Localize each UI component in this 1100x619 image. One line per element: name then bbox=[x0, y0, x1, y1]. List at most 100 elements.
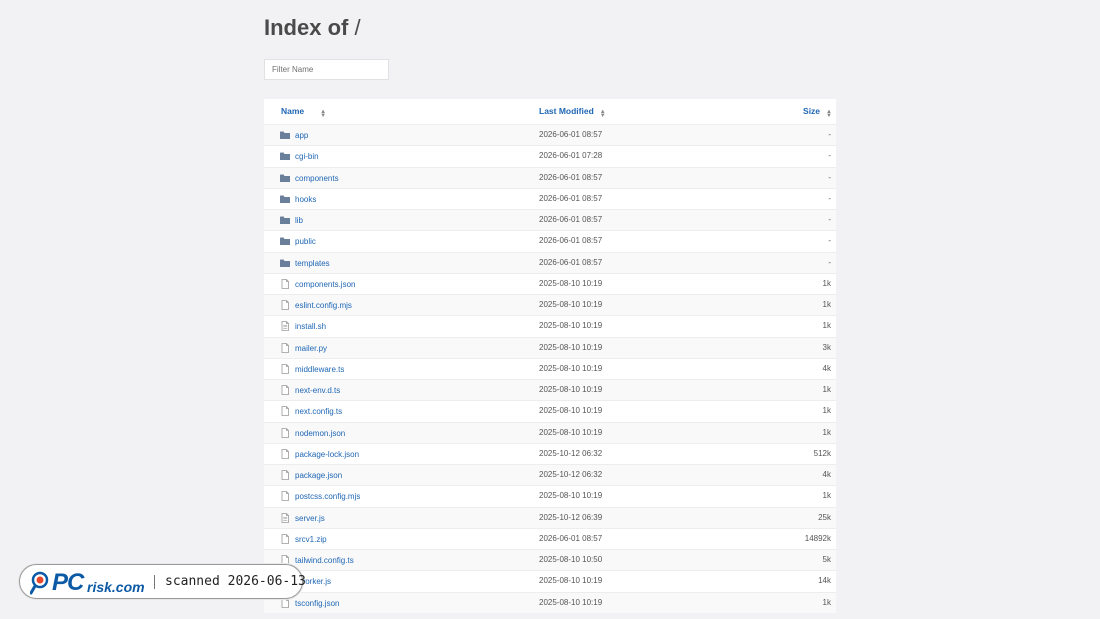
file-icon bbox=[280, 385, 290, 395]
entry-last-modified: 2026-06-01 08:57 bbox=[539, 130, 603, 139]
column-header-last-modified[interactable]: Last Modified ▲ ▼ bbox=[539, 106, 606, 119]
entry-size: 14892k bbox=[804, 533, 831, 543]
sort-arrows-icon: ▲ ▼ bbox=[599, 108, 606, 119]
column-header-size[interactable]: Size ▲ ▼ bbox=[803, 106, 832, 119]
entry-name-link[interactable]: next.config.ts bbox=[295, 407, 342, 416]
filter-name-input[interactable] bbox=[264, 59, 389, 80]
table-row: nodemon.json 2025-08-10 10:19 1k bbox=[264, 421, 836, 443]
file-icon bbox=[280, 300, 290, 310]
table-row: package-lock.json 2025-10-12 06:32 512k bbox=[264, 442, 836, 464]
table-row: middleware.ts 2025-08-10 10:19 4k bbox=[264, 357, 836, 379]
entry-name-link[interactable]: app bbox=[295, 131, 308, 140]
entry-size: 14k bbox=[818, 576, 831, 586]
file-icon bbox=[280, 342, 290, 353]
file-icon bbox=[280, 427, 290, 438]
entry-last-modified: 2026-06-01 07:28 bbox=[539, 151, 603, 161]
table-row: srcv1.zip 2026-06-01 08:57 14892k bbox=[264, 527, 836, 549]
entry-size: 1k bbox=[822, 597, 831, 607]
entry-name-link[interactable]: next-env.d.ts bbox=[295, 386, 340, 395]
entry-size: 1k bbox=[822, 278, 831, 288]
logo-pc-text: PC bbox=[52, 569, 84, 596]
entry-size: 1k bbox=[822, 321, 831, 331]
entry-name-link[interactable]: templates bbox=[295, 259, 330, 268]
entry-name-link[interactable]: components bbox=[295, 174, 339, 183]
entry-name-link[interactable]: tsconfig.json bbox=[295, 599, 339, 608]
entry-last-modified: 2026-06-01 08:57 bbox=[539, 193, 603, 203]
file-icon bbox=[280, 448, 290, 459]
table-row: templates 2026-06-01 08:57 - bbox=[264, 251, 836, 273]
file-icon bbox=[280, 278, 290, 289]
table-row: lib 2026-06-01 08:57 - bbox=[264, 209, 836, 231]
table-row: hooks 2026-06-01 08:57 - bbox=[264, 187, 836, 209]
entry-name-link[interactable]: tailwind.config.ts bbox=[295, 556, 354, 565]
text-file-icon bbox=[280, 512, 290, 523]
table-row: eslint.config.mjs 2025-08-10 10:19 1k bbox=[264, 294, 836, 316]
entry-name-link[interactable]: package-lock.json bbox=[295, 450, 359, 459]
entry-last-modified: 2025-10-12 06:32 bbox=[539, 470, 603, 479]
entry-name-link[interactable]: package.json bbox=[295, 471, 342, 480]
entry-name-link[interactable]: public bbox=[295, 237, 316, 246]
pcrisk-watermark: PC risk.com scanned 2026-06-13 bbox=[19, 564, 306, 599]
file-icon bbox=[280, 406, 290, 417]
table-row: components.json 2025-08-10 10:19 1k bbox=[264, 272, 836, 294]
entry-name-link[interactable]: server.js bbox=[295, 514, 325, 523]
table-row: server.js 2025-10-12 06:39 25k bbox=[264, 506, 836, 528]
table-row: cgi-bin 2026-06-01 07:28 - bbox=[264, 145, 836, 167]
magnifier-icon bbox=[30, 571, 49, 595]
entry-last-modified: 2025-08-10 10:19 bbox=[539, 278, 603, 288]
entry-name-link[interactable]: mailer.py bbox=[295, 344, 327, 353]
folder-icon bbox=[280, 258, 290, 268]
entry-last-modified: 2025-08-10 10:50 bbox=[539, 555, 603, 564]
watermark-divider bbox=[154, 575, 155, 589]
entry-last-modified: 2026-06-01 08:57 bbox=[539, 533, 603, 543]
column-header-last-modified-label: Last Modified bbox=[539, 106, 594, 116]
entry-name-link[interactable]: eslint.config.mjs bbox=[295, 301, 352, 310]
entry-name-link[interactable]: lib bbox=[295, 216, 303, 225]
table-row: install.sh 2025-08-10 10:19 1k bbox=[264, 315, 836, 337]
logo-risk-text: risk.com bbox=[87, 579, 145, 595]
entry-last-modified: 2025-08-10 10:19 bbox=[539, 363, 603, 373]
pcrisk-logo: PC risk.com bbox=[30, 569, 154, 596]
file-icon bbox=[280, 491, 290, 502]
folder-icon bbox=[280, 194, 290, 204]
column-header-name[interactable]: Name ▲ ▼ bbox=[281, 106, 326, 119]
entry-size: 5k bbox=[822, 555, 831, 564]
entry-last-modified: 2025-08-10 10:19 bbox=[539, 427, 603, 437]
entry-size: 1k bbox=[822, 300, 831, 309]
entry-last-modified: 2025-08-10 10:19 bbox=[539, 491, 603, 501]
table-row: tailwind.config.ts 2025-08-10 10:50 5k bbox=[264, 549, 836, 571]
scan-date-text: scanned 2026-06-13 bbox=[165, 574, 306, 589]
entry-last-modified: 2025-08-10 10:19 bbox=[539, 321, 603, 331]
entry-size: 4k bbox=[822, 470, 831, 479]
entry-size: 1k bbox=[822, 491, 831, 501]
entry-last-modified: 2025-08-10 10:19 bbox=[539, 385, 603, 394]
entry-size: - bbox=[828, 151, 831, 161]
table-row: components 2026-06-01 08:57 - bbox=[264, 166, 836, 188]
entry-size: - bbox=[828, 130, 831, 139]
entry-name-link[interactable]: middleware.ts bbox=[295, 365, 344, 374]
entry-size: 3k bbox=[822, 342, 831, 352]
table-header: Name ▲ ▼ Last Modified ▲ ▼ Size ▲ ▼ bbox=[264, 99, 836, 124]
entry-name-link[interactable]: postcss.config.mjs bbox=[295, 492, 360, 501]
entry-name-link[interactable]: srcv1.zip bbox=[295, 535, 327, 544]
table-row: next-env.d.ts 2025-08-10 10:19 1k bbox=[264, 379, 836, 401]
page-path: / bbox=[354, 15, 361, 40]
entry-last-modified: 2026-06-01 08:57 bbox=[539, 172, 603, 182]
entry-last-modified: 2025-08-10 10:19 bbox=[539, 300, 603, 309]
file-icon bbox=[280, 533, 290, 544]
entry-name-link[interactable]: cgi-bin bbox=[295, 152, 319, 161]
page-title-text: Index of bbox=[264, 15, 349, 40]
entry-name-link[interactable]: nodemon.json bbox=[295, 429, 345, 438]
entry-name-link[interactable]: components.json bbox=[295, 280, 355, 289]
folder-icon bbox=[280, 236, 290, 246]
table-row: mailer.py 2025-08-10 10:19 3k bbox=[264, 336, 836, 358]
table-row: tsconfig.json 2025-08-10 10:19 1k bbox=[264, 591, 836, 613]
file-icon bbox=[280, 363, 290, 374]
text-file-icon bbox=[280, 321, 290, 332]
folder-icon bbox=[280, 173, 290, 183]
entry-name-link[interactable]: install.sh bbox=[295, 322, 326, 331]
entry-name-link[interactable]: hooks bbox=[295, 195, 316, 204]
table-row: postcss.config.mjs 2025-08-10 10:19 1k bbox=[264, 485, 836, 507]
entry-size: 25k bbox=[818, 512, 831, 522]
entry-size: - bbox=[828, 172, 831, 182]
